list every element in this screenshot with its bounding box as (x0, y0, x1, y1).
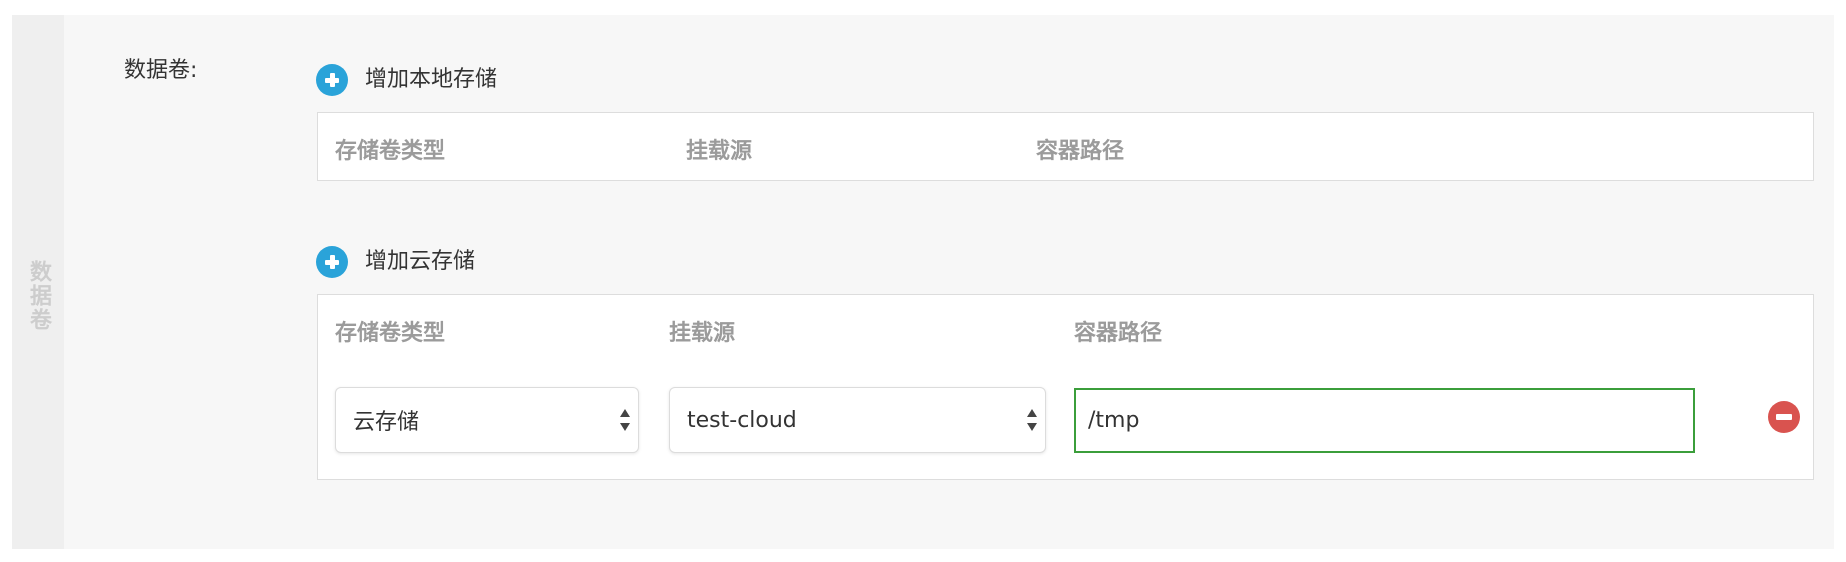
side-tab-label: 数据卷 (26, 260, 51, 332)
select-arrows-icon (620, 409, 630, 431)
local-storage-table: 存储卷类型 挂载源 容器路径 (317, 112, 1814, 181)
cloud-header-mount-source: 挂载源 (669, 321, 736, 346)
cloud-header-container-path: 容器路径 (1074, 321, 1163, 346)
container-path-input[interactable] (1074, 388, 1695, 453)
add-local-storage-label: 增加本地存储 (365, 67, 498, 92)
plus-circle-icon (316, 64, 348, 96)
side-tab-data-volumes[interactable]: 数据卷 (12, 15, 64, 549)
mount-source-value: test-cloud (687, 407, 797, 433)
add-local-storage-button[interactable]: 增加本地存储 (316, 64, 497, 96)
data-volume-field-label: 数据卷: (124, 58, 198, 83)
local-header-container-path: 容器路径 (1036, 139, 1125, 164)
mount-source-select[interactable]: test-cloud (669, 387, 1046, 453)
add-cloud-storage-label: 增加云存储 (365, 249, 476, 274)
volume-type-select[interactable]: 云存储 (335, 387, 639, 453)
volume-type-value: 云存储 (353, 410, 420, 435)
remove-row-icon[interactable] (1768, 401, 1800, 433)
add-cloud-storage-button[interactable]: 增加云存储 (316, 246, 475, 278)
plus-circle-icon (316, 246, 348, 278)
cloud-header-volume-type: 存储卷类型 (335, 321, 446, 346)
cloud-storage-table: 存储卷类型 挂载源 容器路径 云存储 test-cloud (317, 294, 1814, 480)
local-header-volume-type: 存储卷类型 (335, 139, 446, 164)
select-arrows-icon (1027, 409, 1037, 431)
local-header-mount-source: 挂载源 (686, 139, 753, 164)
